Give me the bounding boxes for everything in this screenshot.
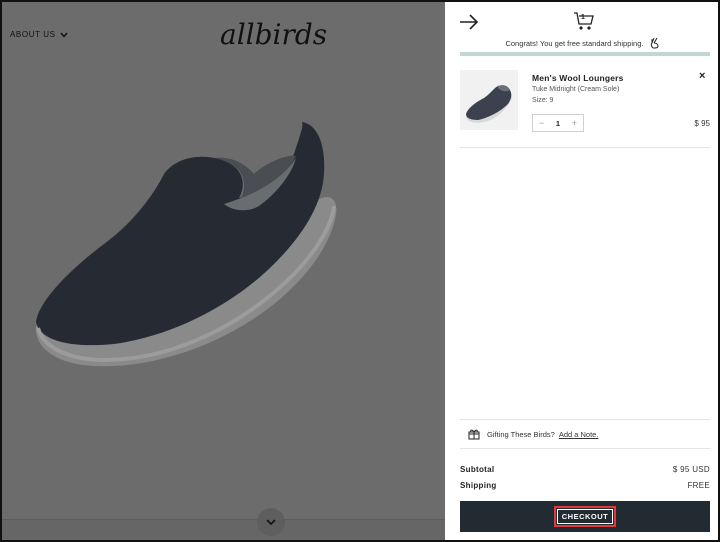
chevron-down-icon: [266, 518, 276, 525]
svg-text:allbirds: allbirds: [220, 18, 327, 51]
add-note-link[interactable]: Add a Note.: [559, 430, 599, 439]
item-name[interactable]: Men's Wool Loungers: [532, 73, 624, 83]
product-page-overlay[interactable]: ABOUT US allbirds: [2, 2, 445, 540]
decrease-quantity-button[interactable]: −: [539, 118, 544, 128]
cart-drawer: 1 Congrats! You get free standard shippi…: [445, 2, 718, 540]
about-us-label: ABOUT US: [10, 30, 56, 39]
checkout-button[interactable]: CHECKOUT: [460, 501, 710, 532]
free-shipping-text: Congrats! You get free standard shipping…: [505, 39, 644, 48]
order-totals: Subtotal $ 95 USD Shipping FREE: [460, 461, 710, 493]
gift-label: Gifting These Birds?: [487, 429, 555, 439]
about-us-menu[interactable]: ABOUT US: [10, 30, 68, 39]
gift-icon: [468, 429, 480, 440]
increase-quantity-button[interactable]: +: [572, 118, 577, 128]
shipping-row: Shipping FREE: [460, 477, 710, 493]
free-shipping-message: Congrats! You get free standard shipping…: [445, 37, 718, 49]
product-image-shoe: [35, 122, 337, 367]
page-bottom-bar: [2, 519, 445, 540]
remove-item-button[interactable]: ×: [699, 70, 705, 82]
quantity-value[interactable]: 1: [556, 119, 560, 128]
shipping-progress-bar: [460, 52, 710, 56]
shipping-label: Shipping: [460, 480, 497, 490]
cart-count-badge: 1: [581, 14, 585, 21]
allbirds-logo[interactable]: allbirds: [218, 16, 328, 56]
app-frame: ABOUT US allbirds 1 Congrats! You get fr…: [0, 0, 720, 542]
product-thumbnail[interactable]: [460, 70, 518, 130]
chevron-down-icon: [60, 32, 68, 38]
gift-note-row: Gifting These Birds? Add a Note.: [460, 419, 710, 449]
scroll-down-button[interactable]: [257, 508, 285, 536]
shipping-value: FREE: [687, 480, 710, 490]
quantity-stepper: − 1 +: [532, 114, 584, 132]
subtotal-row: Subtotal $ 95 USD: [460, 461, 710, 477]
subtotal-value: $ 95 USD: [672, 464, 710, 474]
arrow-right-icon[interactable]: [459, 14, 479, 30]
cart-line-item: Men's Wool Loungers Tuke Midnight (Cream…: [460, 70, 710, 148]
subtotal-label: Subtotal: [460, 464, 495, 474]
item-size: Size: 9: [532, 97, 554, 104]
item-variant: Tuke Midnight (Cream Sole): [532, 86, 620, 93]
peace-hand-icon: [650, 37, 659, 49]
item-price: $ 95: [694, 119, 710, 128]
checkout-label: CHECKOUT: [553, 506, 617, 527]
